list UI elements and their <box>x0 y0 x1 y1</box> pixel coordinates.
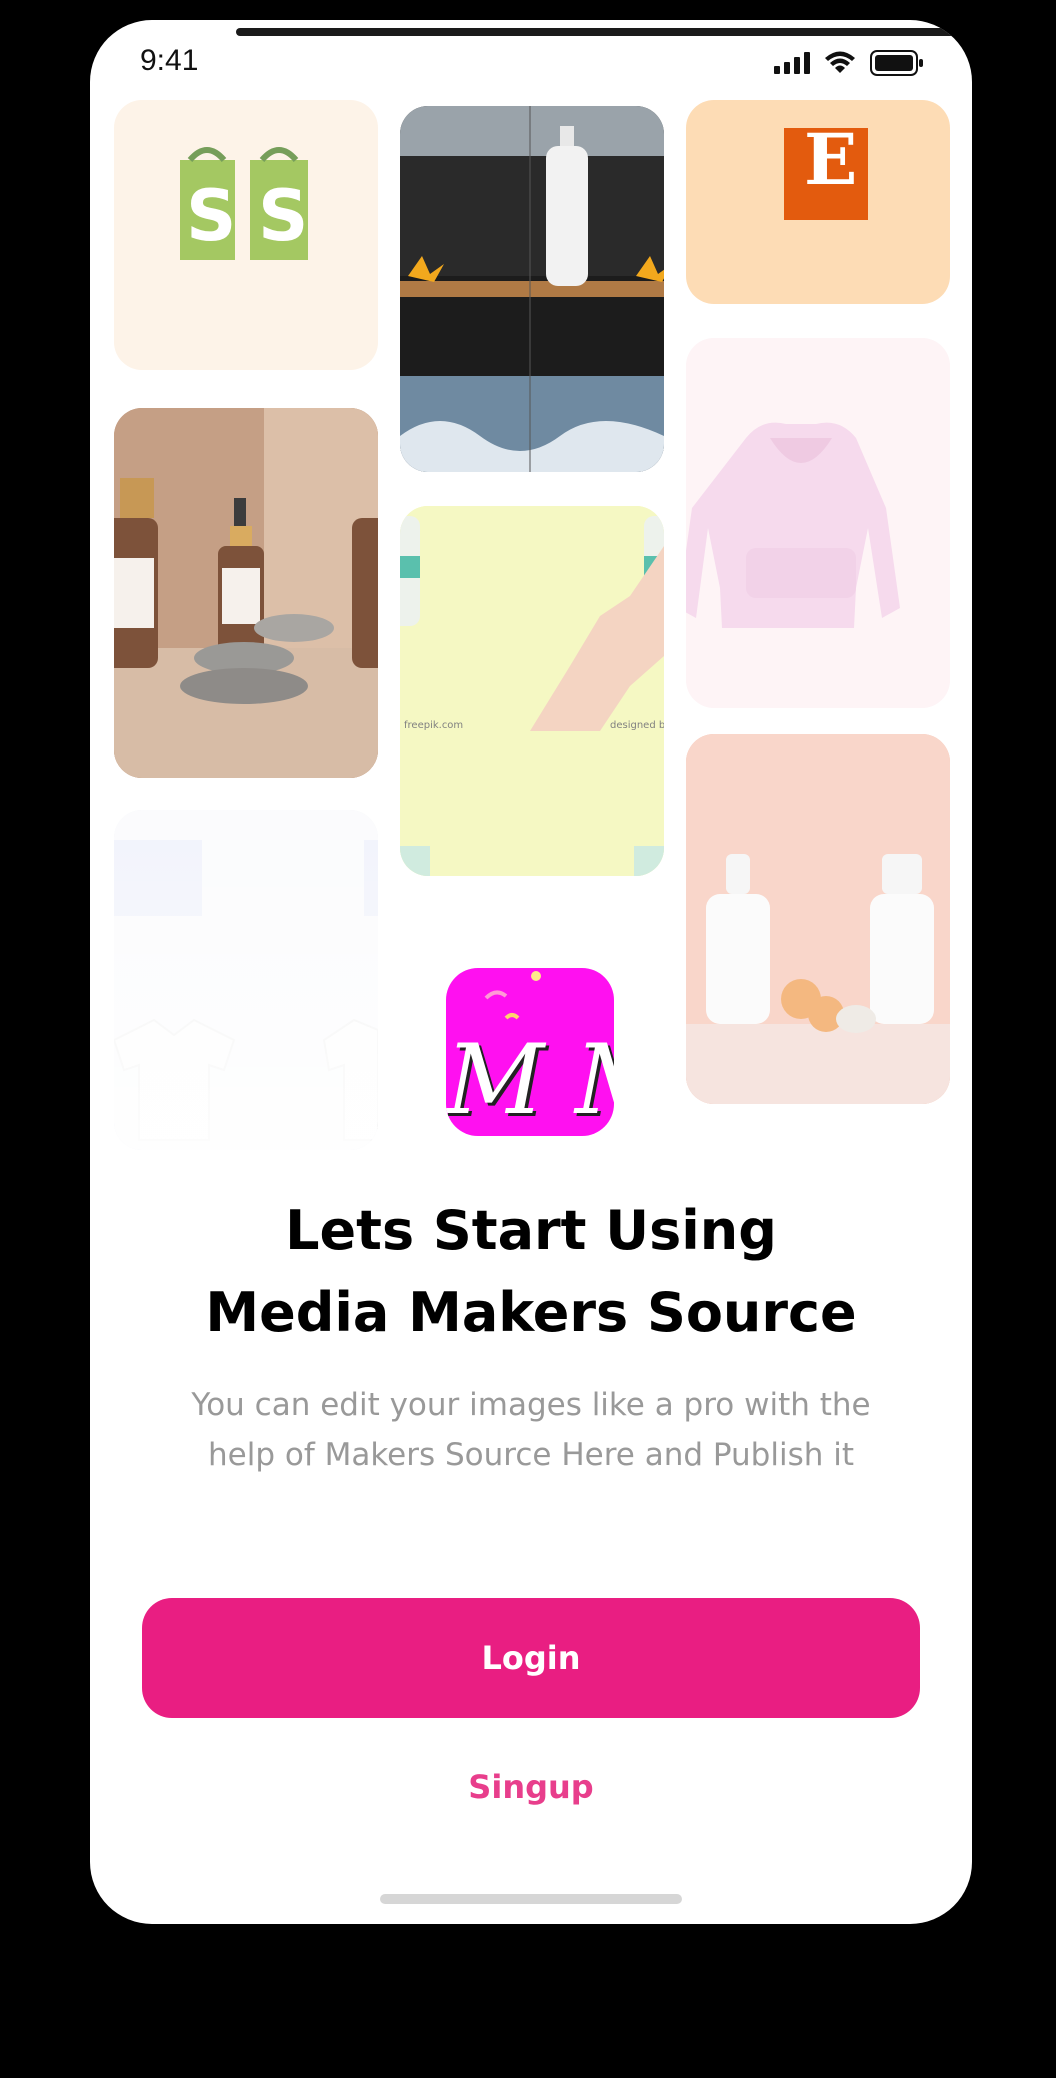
logo-letters: M M <box>446 1024 614 1136</box>
signup-link[interactable]: Singup <box>90 1768 972 1806</box>
page-subtitle: You can edit your images like a pro with… <box>150 1380 912 1480</box>
subtitle-line-2: help of Makers Source Here and Publish i… <box>207 1437 854 1473</box>
phone-screen: 9:41 S S freepik.com designed b E M Lets… <box>90 20 972 1924</box>
signal-icon <box>774 52 810 74</box>
app-logo: M M <box>446 968 614 1136</box>
gallery-tile-orange-letter[interactable]: E <box>686 100 950 304</box>
gallery-tile-tshirts[interactable] <box>114 810 378 1150</box>
status-bar: 9:41 <box>90 20 972 112</box>
subtitle-line-1: You can edit your images like a pro with… <box>191 1387 871 1423</box>
home-indicator[interactable] <box>380 1894 682 1904</box>
title-line-2: Media Makers Source <box>205 1281 857 1344</box>
letter-logo-text: E <box>804 128 858 201</box>
login-button[interactable]: Login <box>142 1598 920 1718</box>
gallery-tile-white-bottles[interactable] <box>686 734 950 1104</box>
gallery-tile-hoodie[interactable] <box>686 338 950 708</box>
battery-icon <box>870 50 923 76</box>
status-time: 9:41 <box>140 44 199 77</box>
bottle-on-stone-image <box>400 106 664 472</box>
gallery-tile-serum[interactable] <box>114 408 378 778</box>
gallery-tile-bottle-stone[interactable] <box>400 106 664 472</box>
gallery-tile-shopify[interactable]: S S <box>114 100 378 370</box>
gallery-tile-hand-cream[interactable]: freepik.com designed by <box>400 506 664 876</box>
status-icons <box>774 50 924 76</box>
wifi-icon <box>825 51 855 73</box>
page-title: Lets Start Using Media Makers Source <box>90 1190 972 1354</box>
title-line-1: Lets Start Using <box>285 1199 777 1262</box>
letter-logo-block: E <box>784 128 868 220</box>
